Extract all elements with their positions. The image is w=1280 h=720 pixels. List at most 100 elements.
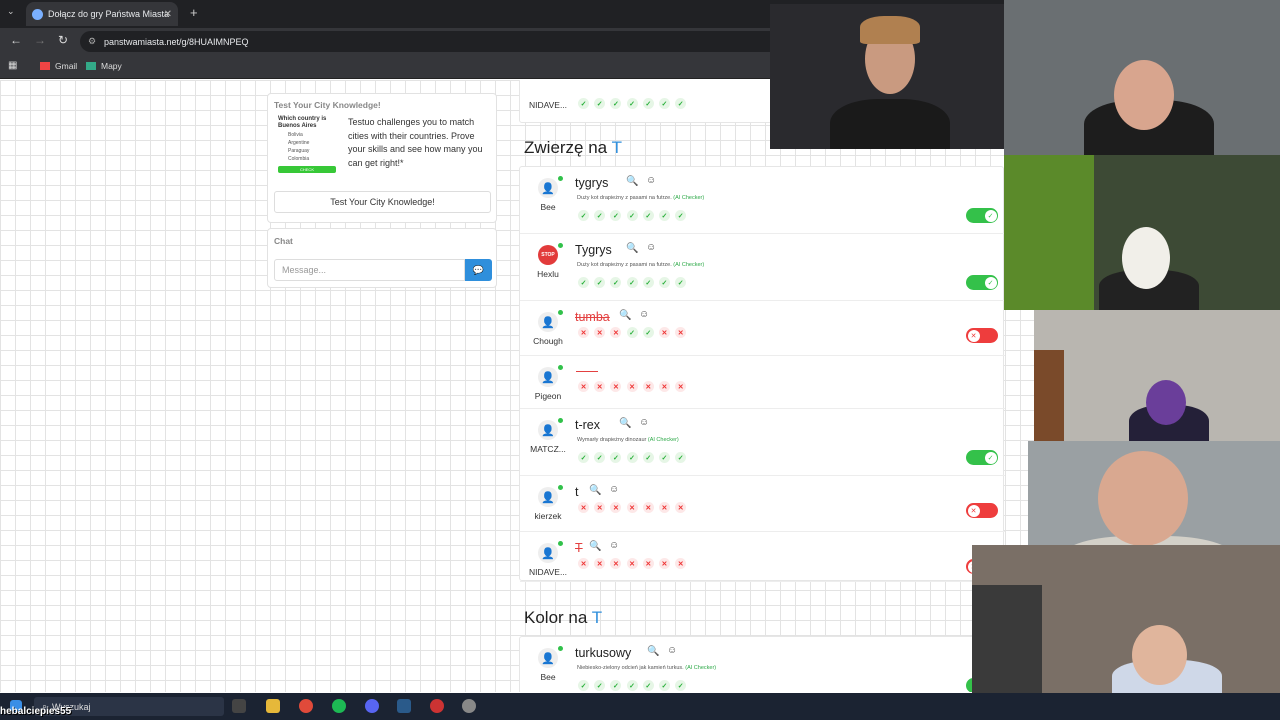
search-icon[interactable]: 🔍	[589, 541, 601, 552]
bookmark-gmail[interactable]: Gmail	[40, 61, 77, 71]
chrome-icon[interactable]	[299, 699, 313, 713]
check-icon[interactable]: ✓	[594, 680, 606, 691]
check-icon[interactable]: ✓	[642, 327, 654, 338]
back-icon[interactable]: ←	[10, 33, 22, 47]
cross-icon[interactable]: ✕	[675, 558, 687, 569]
steam-icon[interactable]	[397, 699, 411, 713]
cross-icon[interactable]: ✕	[578, 502, 589, 513]
cross-icon[interactable]: ✕	[658, 558, 670, 569]
check-icon[interactable]: ✓	[658, 452, 670, 463]
check-icon[interactable]: ✓	[675, 452, 687, 463]
cross-icon[interactable]: ✕	[658, 327, 670, 338]
app-icon[interactable]	[430, 699, 444, 713]
check-icon[interactable]: ✓	[675, 98, 687, 109]
emoji-react-icon[interactable]: ☺	[646, 175, 656, 186]
cross-icon[interactable]: ✕	[642, 502, 654, 513]
check-icon[interactable]: ✓	[594, 210, 606, 221]
check-icon[interactable]: ✓	[578, 98, 589, 109]
cross-icon[interactable]: ✕	[610, 381, 622, 392]
emoji-react-icon[interactable]: ☺	[646, 242, 656, 253]
check-icon[interactable]: ✓	[594, 98, 606, 109]
search-icon[interactable]: 🔍	[589, 485, 601, 496]
cross-icon[interactable]: ✕	[658, 381, 670, 392]
cross-icon[interactable]: ✕	[610, 327, 622, 338]
check-icon[interactable]: ✓	[642, 98, 654, 109]
cross-icon[interactable]: ✕	[626, 558, 638, 569]
cross-icon[interactable]: ✕	[610, 558, 622, 569]
task-view-icon[interactable]	[232, 699, 246, 713]
browser-tab[interactable]: Dołącz do gry Państwa Miasta ✕	[26, 2, 178, 26]
spotify-icon[interactable]	[332, 699, 346, 713]
check-icon[interactable]: ✓	[642, 277, 654, 288]
cross-icon[interactable]: ✕	[594, 327, 606, 338]
close-tab-icon[interactable]: ✕	[164, 9, 172, 20]
cross-icon[interactable]: ✕	[578, 381, 589, 392]
check-icon[interactable]: ✓	[610, 210, 622, 221]
check-icon[interactable]: ✓	[610, 452, 622, 463]
check-icon[interactable]: ✓	[626, 680, 638, 691]
check-icon[interactable]: ✓	[658, 210, 670, 221]
cross-icon[interactable]: ✕	[675, 381, 687, 392]
address-bar[interactable]: ⚙ panstwamiasta.net/g/8HUAIMNPEQ	[80, 31, 780, 52]
check-icon[interactable]: ✓	[610, 98, 622, 109]
check-icon[interactable]: ✓	[578, 452, 589, 463]
search-icon[interactable]: 🔍	[619, 418, 631, 429]
check-icon[interactable]: ✓	[642, 210, 654, 221]
cross-icon[interactable]: ✕	[594, 558, 606, 569]
cross-icon[interactable]: ✕	[610, 502, 622, 513]
search-icon[interactable]: 🔍	[626, 243, 638, 254]
check-icon[interactable]: ✓	[610, 277, 622, 288]
check-icon[interactable]: ✓	[658, 98, 670, 109]
cross-icon[interactable]: ✕	[578, 558, 589, 569]
chat-input[interactable]: Message...	[274, 259, 465, 281]
check-icon[interactable]: ✓	[626, 210, 638, 221]
app-icon-2[interactable]	[462, 699, 476, 713]
check-icon[interactable]: ✓	[658, 680, 670, 691]
emoji-react-icon[interactable]: ☺	[609, 484, 619, 495]
accept-toggle[interactable]: ✓	[966, 275, 998, 290]
search-icon[interactable]: 🔍	[626, 176, 638, 187]
cross-icon[interactable]: ✕	[578, 327, 589, 338]
file-explorer-icon[interactable]	[266, 699, 280, 713]
check-icon[interactable]: ✓	[626, 277, 638, 288]
check-icon[interactable]: ✓	[642, 680, 654, 691]
cross-icon[interactable]: ✕	[594, 502, 606, 513]
check-icon[interactable]: ✓	[610, 680, 622, 691]
new-tab-icon[interactable]: +	[190, 5, 198, 20]
accept-toggle[interactable]: ✕	[966, 328, 998, 343]
check-icon[interactable]: ✓	[658, 277, 670, 288]
check-icon[interactable]: ✓	[578, 277, 589, 288]
check-icon[interactable]: ✓	[626, 98, 638, 109]
cross-icon[interactable]: ✕	[658, 502, 670, 513]
check-icon[interactable]: ✓	[594, 452, 606, 463]
check-icon[interactable]: ✓	[642, 452, 654, 463]
cross-icon[interactable]: ✕	[675, 502, 687, 513]
promo-button[interactable]: Test Your City Knowledge!	[274, 191, 491, 213]
bookmark-maps[interactable]: Mapy	[86, 61, 122, 71]
check-icon[interactable]: ✓	[578, 210, 589, 221]
check-icon[interactable]: ✓	[675, 210, 687, 221]
check-icon[interactable]: ✓	[626, 452, 638, 463]
search-icon[interactable]: 🔍	[647, 646, 659, 657]
cross-icon[interactable]: ✕	[642, 558, 654, 569]
apps-icon[interactable]: ▦	[8, 60, 17, 71]
emoji-react-icon[interactable]: ☺	[639, 417, 649, 428]
reload-icon[interactable]: ↻	[58, 33, 68, 47]
search-icon[interactable]: 🔍	[619, 310, 631, 321]
check-icon[interactable]: ✓	[675, 680, 687, 691]
check-icon[interactable]: ✓	[594, 277, 606, 288]
check-icon[interactable]: ✓	[578, 680, 589, 691]
tab-list-icon[interactable]: ⌄	[7, 6, 15, 17]
accept-toggle[interactable]: ✓	[966, 450, 998, 465]
cross-icon[interactable]: ✕	[642, 381, 654, 392]
cross-icon[interactable]: ✕	[626, 381, 638, 392]
check-icon[interactable]: ✓	[626, 327, 638, 338]
emoji-react-icon[interactable]: ☺	[667, 645, 677, 656]
check-icon[interactable]: ✓	[675, 277, 687, 288]
accept-toggle[interactable]: ✕	[966, 503, 998, 518]
accept-toggle[interactable]: ✓	[966, 208, 998, 223]
cross-icon[interactable]: ✕	[594, 381, 606, 392]
chat-send-button[interactable]: 💬	[465, 259, 492, 281]
cross-icon[interactable]: ✕	[626, 502, 638, 513]
emoji-react-icon[interactable]: ☺	[639, 309, 649, 320]
